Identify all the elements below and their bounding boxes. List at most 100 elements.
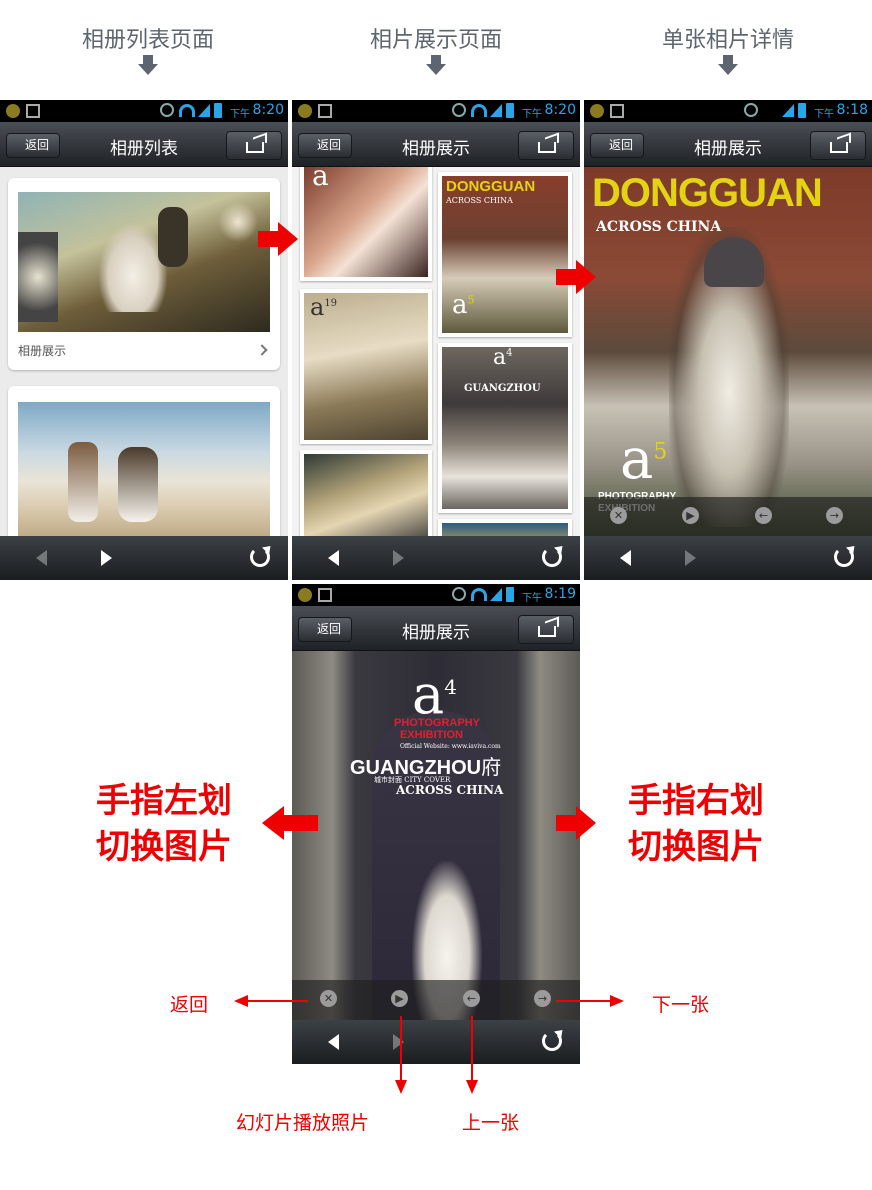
wifi-icon (471, 588, 487, 601)
magazine-title: DONGGUAN (446, 178, 536, 195)
status-time: 8:20 (544, 102, 576, 118)
magazine-subtitle: ACROSS CHINA (446, 196, 513, 205)
down-arrow-icon (426, 55, 446, 75)
status-ampm: 下午 (522, 593, 542, 604)
battery-icon (506, 103, 514, 118)
album-card[interactable] (8, 386, 280, 546)
callout-line (556, 1000, 612, 1002)
back-arrow-icon[interactable] (328, 1034, 339, 1050)
status-time: 8:20 (252, 102, 284, 118)
header-label: 相片展示页面 (369, 28, 502, 53)
phone-photo-detail-annotated: a4 PHOTOGRAPHY EXHIBITION Official Websi… (292, 584, 580, 1064)
close-button[interactable]: ✕ (320, 990, 337, 1007)
magazine-subtitle: ACROSS CHINA (396, 783, 504, 797)
grid-photo[interactable]: a19 (300, 289, 432, 444)
battery-icon (798, 103, 806, 118)
grid-photo[interactable]: a (300, 167, 432, 281)
annotation-line: 手指左划 (96, 781, 232, 821)
status-bar: 下午 8:18 (584, 100, 872, 122)
next-button[interactable]: → (826, 507, 843, 524)
refresh-icon[interactable] (250, 547, 270, 567)
grid-photo[interactable] (300, 450, 432, 537)
share-button[interactable] (518, 615, 574, 644)
callout-arrow-icon (466, 1080, 478, 1094)
refresh-icon[interactable] (834, 547, 854, 567)
refresh-icon[interactable] (542, 1031, 562, 1051)
phone-photo-detail: DONGGUAN ACROSS CHINA a5 PHOTOGRAPHY EXH… (584, 100, 872, 580)
grid-photo[interactable] (438, 519, 572, 537)
play-button[interactable]: ▶ (391, 990, 408, 1007)
bottom-toolbar (584, 536, 872, 580)
swipe-right-arrow-icon (556, 806, 612, 840)
magazine-website: Official Website: www.iaviva.com (400, 743, 501, 750)
share-icon (538, 142, 556, 153)
signal-icon (782, 104, 794, 117)
play-button[interactable]: ▶ (682, 507, 699, 524)
annotation-line: 手指右划 (628, 781, 764, 821)
next-button[interactable]: → (534, 990, 551, 1007)
magazine-logo: a19 (310, 293, 338, 321)
grid-photo[interactable]: DONGGUAN ACROSS CHINA a5 (438, 172, 572, 337)
share-button[interactable] (810, 131, 866, 160)
image-notification-icon (26, 104, 40, 118)
header-photo-display: 相片展示页面 (292, 22, 580, 75)
wifi-icon (179, 104, 195, 117)
album-caption: 相册展示 (18, 344, 67, 358)
share-button[interactable] (226, 131, 282, 160)
status-bar: 下午 8:20 (0, 100, 288, 122)
flow-arrow-icon (258, 222, 298, 256)
callout-line (471, 1016, 473, 1082)
header-label: 单张相片详情 (661, 28, 794, 53)
photo-controls: ✕ ▶ ← → (584, 497, 872, 537)
status-ampm: 下午 (230, 109, 250, 120)
refresh-icon[interactable] (542, 547, 562, 567)
callout-line (400, 1016, 402, 1082)
title-bar: 返回 相册展示 (584, 122, 872, 167)
chevron-right-icon (256, 344, 268, 356)
flow-arrow-icon (556, 260, 596, 294)
header-photo-detail: 单张相片详情 (584, 22, 872, 75)
phone-photo-grid: a DONGGUAN ACROSS CHINA a5 a19 a4 GUANGZ… (292, 100, 580, 580)
status-bar: 下午 8:20 (292, 100, 580, 122)
phone-album-list: 下午 8:20 返回 相册列表 相册展示 (0, 100, 288, 580)
forward-arrow-icon[interactable] (101, 550, 112, 566)
callout-arrow-icon (610, 995, 624, 1007)
battery-icon (214, 103, 222, 118)
album-cover-photo (18, 402, 270, 546)
callout-line (246, 1000, 308, 1002)
magazine-title: DONGGUAN (592, 171, 823, 215)
image-notification-icon (610, 104, 624, 118)
status-time: 8:18 (836, 102, 868, 118)
title-bar: 返回 相册展示 (292, 606, 580, 651)
share-icon (538, 626, 556, 637)
title-bar: 返回 相册列表 (0, 122, 288, 167)
battery-icon (506, 587, 514, 602)
callout-arrow-icon (395, 1080, 407, 1094)
title-bar: 返回 相册展示 (292, 122, 580, 167)
back-arrow-icon[interactable] (620, 550, 631, 566)
share-icon (246, 142, 264, 153)
forward-arrow-icon[interactable] (393, 550, 404, 566)
share-button[interactable] (518, 131, 574, 160)
previous-button[interactable]: ← (755, 507, 772, 524)
swipe-right-annotation: 手指右划 切换图片 (628, 778, 764, 870)
alarm-icon (452, 103, 466, 117)
signal-icon (198, 104, 210, 117)
close-button[interactable]: ✕ (610, 507, 627, 524)
forward-arrow-icon[interactable] (393, 1034, 404, 1050)
image-notification-icon (318, 588, 332, 602)
previous-button[interactable]: ← (463, 990, 480, 1007)
back-arrow-icon[interactable] (328, 550, 339, 566)
status-time: 8:19 (544, 586, 576, 602)
swipe-left-arrow-icon (262, 806, 318, 840)
back-arrow-icon[interactable] (36, 550, 47, 566)
forward-arrow-icon[interactable] (685, 550, 696, 566)
down-arrow-icon (138, 55, 158, 75)
signal-icon (490, 104, 502, 117)
photo-grid: a DONGGUAN ACROSS CHINA a5 a19 a4 GUANGZ… (292, 167, 580, 537)
app-notification-icon (590, 104, 604, 118)
grid-photo[interactable]: a4 GUANGZHOU (438, 343, 572, 513)
callout-prev: 上一张 (462, 1112, 520, 1134)
wifi-icon (471, 104, 487, 117)
album-card[interactable]: 相册展示 (8, 178, 280, 370)
